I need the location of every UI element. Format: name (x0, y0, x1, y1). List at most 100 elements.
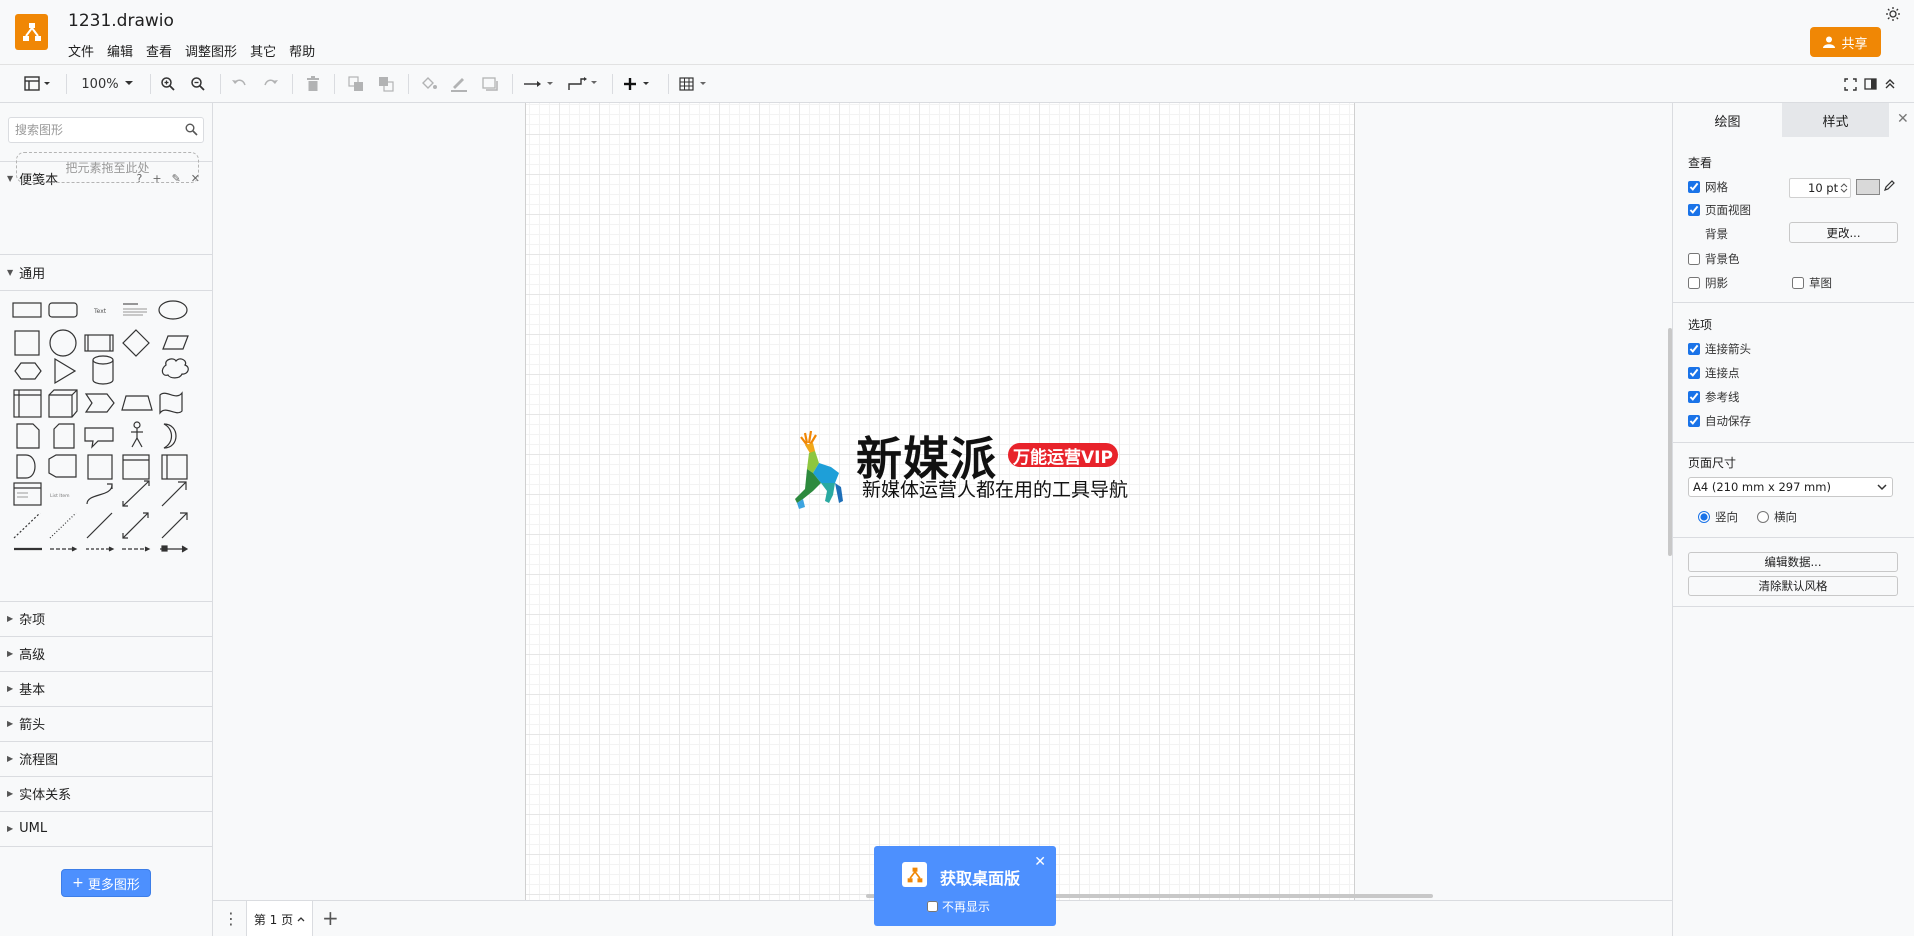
drawio-logo-icon (902, 862, 927, 887)
page-size-select[interactable]: A4 (210 mm x 297 mm) (1688, 477, 1893, 497)
connection-points-checkbox[interactable] (1688, 367, 1700, 379)
close-icon[interactable]: ✕ (1897, 111, 1909, 127)
section-advanced[interactable]: ▶ 高级 (0, 636, 212, 671)
collapse-toolbar-icon[interactable] (1882, 74, 1898, 94)
brand-slogan: 新媒体运营人都在用的工具导航 (862, 479, 1129, 501)
search-icon[interactable] (185, 123, 198, 136)
page-tab-1[interactable]: 第 1 页 (246, 901, 313, 936)
dont-show-again-checkbox[interactable] (927, 901, 938, 912)
edit-data-button[interactable]: 编辑数据... (1688, 552, 1898, 572)
portrait-radio[interactable] (1698, 511, 1710, 523)
zoom-dropdown[interactable]: 100% (80, 74, 134, 94)
change-background-button[interactable]: 更改... (1789, 222, 1898, 243)
general-section-header[interactable]: ▼ 通用 (0, 255, 212, 289)
caret-right-icon: ▶ (7, 614, 14, 623)
delete-icon[interactable] (303, 74, 323, 94)
menubar: 文件 编辑 查看 调整图形 其它 帮助 (68, 41, 315, 60)
connection-points-option[interactable]: 连接点 (1688, 365, 1740, 381)
close-icon[interactable]: ✕ (1034, 854, 1046, 870)
page-view-option[interactable]: 页面视图 (1688, 202, 1751, 218)
connection-arrows-checkbox[interactable] (1688, 343, 1700, 355)
sketch-checkbox[interactable] (1792, 277, 1804, 289)
menu-file[interactable]: 文件 (68, 41, 94, 60)
general-section-title: 通用 (19, 266, 46, 282)
stepper-icon[interactable] (1840, 182, 1848, 194)
add-page-icon[interactable]: + (322, 906, 339, 930)
insert-button[interactable] (622, 74, 658, 94)
zoom-out-icon[interactable] (188, 74, 208, 94)
tab-diagram[interactable]: 绘图 (1673, 103, 1782, 137)
guides-option[interactable]: 参考线 (1688, 389, 1740, 405)
shadow-checkbox[interactable] (1688, 277, 1700, 289)
shadow-icon[interactable] (480, 74, 500, 94)
chevron-up-icon[interactable] (297, 916, 305, 922)
portrait-option[interactable]: 竖向 (1698, 509, 1738, 525)
background-color-checkbox[interactable] (1688, 253, 1700, 265)
line-color-icon[interactable] (449, 74, 469, 94)
section-basic[interactable]: ▶ 基本 (0, 671, 212, 706)
page-menu-dots-icon[interactable]: ⋮ (223, 909, 239, 928)
fill-color-icon[interactable] (419, 74, 439, 94)
tab-style[interactable]: 样式 (1782, 103, 1889, 137)
caret-right-icon: ▶ (7, 684, 14, 693)
waypoints-button[interactable] (566, 74, 602, 94)
page-tab-label: 第 1 页 (253, 912, 294, 927)
theme-sun-icon[interactable] (1885, 6, 1901, 22)
plus-icon: + (72, 875, 84, 891)
clear-default-style-button[interactable]: 清除默认风格 (1688, 576, 1898, 596)
section-arrows[interactable]: ▶ 箭头 (0, 706, 212, 741)
file-title[interactable]: 1231.drawio (68, 11, 174, 31)
page-view-checkbox[interactable] (1688, 204, 1700, 216)
section-advanced-title: 高级 (19, 648, 46, 663)
landscape-option[interactable]: 横向 (1757, 509, 1797, 525)
background-color-label: 背景色 (1705, 252, 1740, 266)
dont-show-again[interactable]: 不再显示 (927, 898, 990, 915)
menu-extras[interactable]: 其它 (250, 41, 276, 60)
connection-style-button[interactable] (522, 74, 558, 94)
section-uml[interactable]: ▶ UML (0, 811, 212, 846)
grid-option[interactable]: 网格 (1688, 179, 1728, 195)
menu-arrange[interactable]: 调整图形 (185, 41, 237, 60)
grid-checkbox[interactable] (1688, 181, 1700, 193)
format-panel-icon[interactable] (1862, 74, 1878, 94)
guides-checkbox[interactable] (1688, 391, 1700, 403)
brand-logo-image[interactable]: 新媒派 万能运营VIP 新媒体运营人都在用的工具导航 (783, 425, 1153, 517)
share-button[interactable]: 共享 (1810, 27, 1881, 57)
to-front-icon[interactable] (346, 74, 366, 94)
more-shapes-button[interactable]: + 更多图形 (61, 869, 151, 897)
landscape-label: 横向 (1774, 510, 1797, 524)
desktop-app-toast[interactable]: 获取桌面版 ✕ 不再显示 (874, 846, 1056, 926)
section-flowchart[interactable]: ▶ 流程图 (0, 741, 212, 776)
search-input[interactable] (9, 118, 174, 142)
zoom-in-icon[interactable] (158, 74, 178, 94)
grid-size-value: 10 pt (1808, 181, 1839, 195)
redo-icon[interactable] (261, 74, 281, 94)
caret-right-icon: ▶ (7, 649, 14, 658)
connection-arrows-option[interactable]: 连接箭头 (1688, 341, 1751, 357)
pencil-icon[interactable] (1883, 179, 1896, 192)
menu-help[interactable]: 帮助 (289, 41, 315, 60)
to-back-icon[interactable] (376, 74, 396, 94)
grid-size-input[interactable]: 10 pt (1789, 178, 1851, 198)
autosave-checkbox[interactable] (1688, 415, 1700, 427)
shadow-option[interactable]: 阴影 (1688, 275, 1728, 291)
toast-title[interactable]: 获取桌面版 (940, 865, 1020, 889)
sketch-option[interactable]: 草图 (1792, 275, 1832, 291)
shadow-label: 阴影 (1705, 276, 1728, 290)
fullscreen-icon[interactable] (1842, 74, 1858, 94)
grid-color-swatch[interactable] (1856, 179, 1880, 195)
landscape-radio[interactable] (1757, 511, 1769, 523)
autosave-option[interactable]: 自动保存 (1688, 413, 1751, 429)
section-misc[interactable]: ▶ 杂项 (0, 601, 212, 636)
drawio-logo-icon[interactable] (15, 14, 48, 50)
shapes-grid[interactable]: Text List Item (8, 293, 204, 588)
menu-view[interactable]: 查看 (146, 41, 172, 60)
section-entity-relation[interactable]: ▶ 实体关系 (0, 776, 212, 811)
menu-edit[interactable]: 编辑 (107, 41, 133, 60)
scratchpad-drop-zone[interactable]: 把元素拖至此处 (16, 152, 199, 183)
table-button[interactable] (678, 74, 714, 94)
undo-icon[interactable] (229, 74, 249, 94)
diagram-canvas[interactable]: 新媒派 万能运营VIP 新媒体运营人都在用的工具导航 (213, 103, 1672, 900)
view-panels-button[interactable] (20, 74, 56, 94)
background-color-option[interactable]: 背景色 (1688, 251, 1740, 267)
